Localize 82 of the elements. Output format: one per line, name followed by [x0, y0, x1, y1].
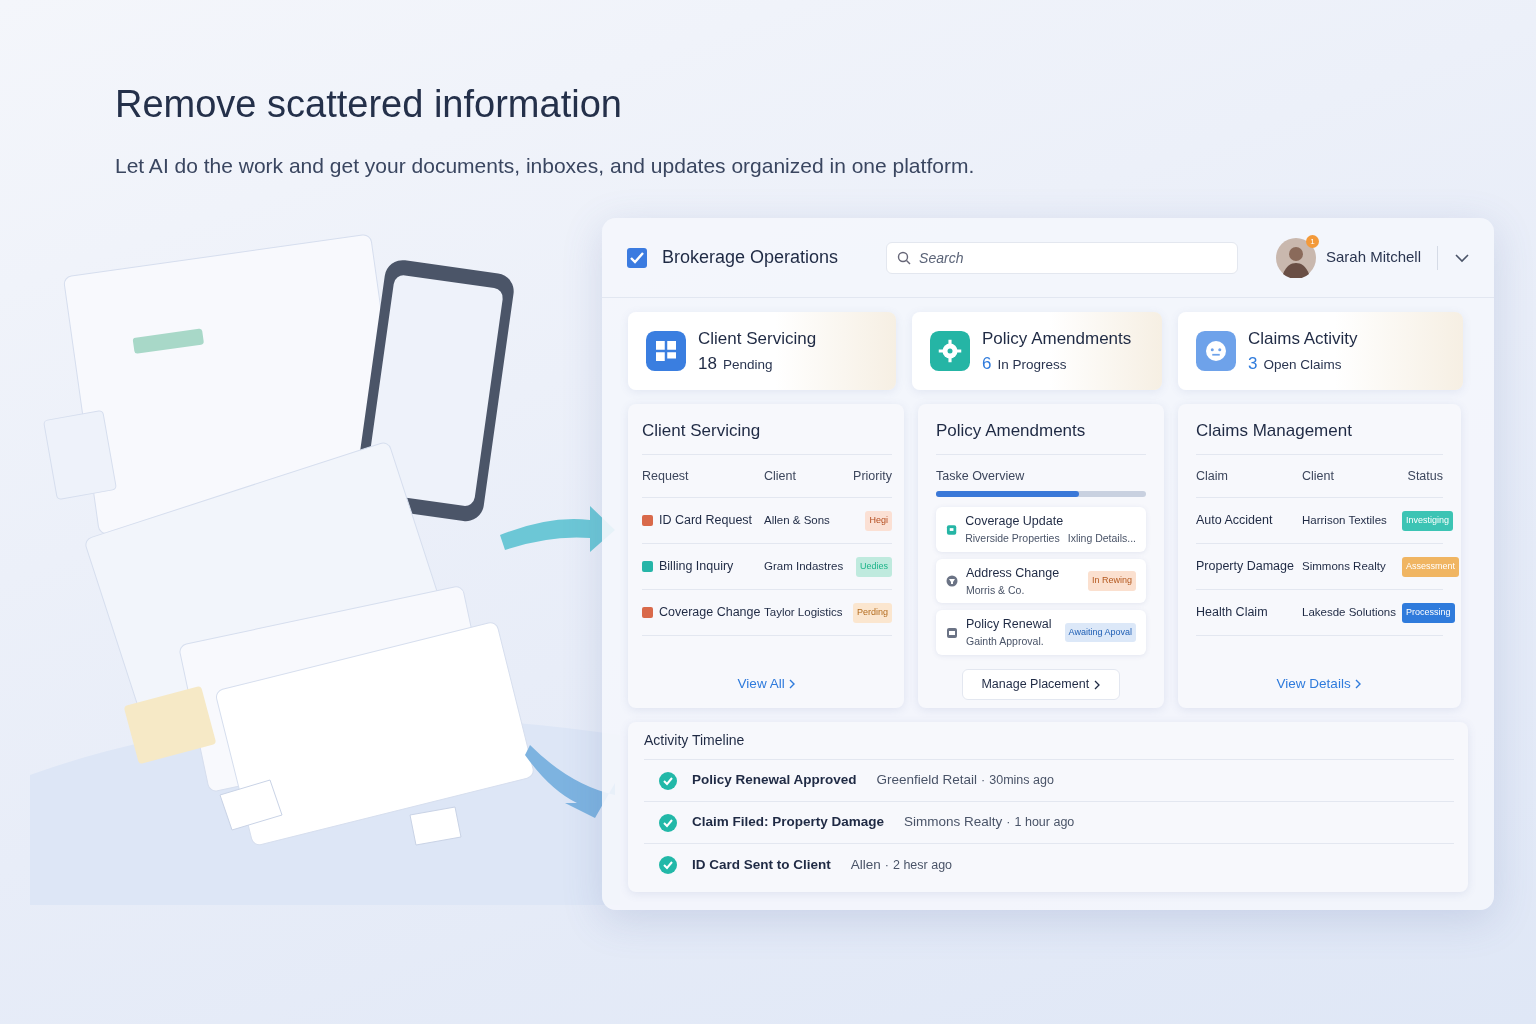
table-cell-text: Health Claim — [1196, 604, 1268, 622]
event-title: Claim Filed: Property Damage — [692, 813, 885, 832]
grid-icon — [646, 331, 686, 371]
status-badge: Investiging — [1402, 511, 1454, 531]
table-cell-text: Auto Accident — [1196, 512, 1273, 530]
table-cell-text: ID Card Request — [659, 512, 753, 530]
table-cell-text: Coverage Change — [659, 604, 761, 622]
client-name: Greenfield Retail — [876, 771, 978, 790]
table-cell-text: Taylor Logistics — [764, 605, 844, 621]
check-circle-icon — [658, 855, 678, 875]
column-header: Claim — [1196, 467, 1229, 485]
chevron-right-icon — [1354, 679, 1363, 690]
face-icon — [1196, 331, 1236, 371]
stat-title: Claims Activity — [1248, 327, 1358, 350]
timeline-title: Activity Timeline — [644, 730, 1454, 760]
search-field[interactable]: Search — [886, 241, 1239, 274]
separator-dot: · — [1006, 814, 1011, 832]
status-badge: Assessment — [1402, 557, 1460, 577]
stat-label: Pending — [722, 357, 773, 372]
overview-label: Taske Overview — [936, 467, 1026, 485]
manage-placement-button[interactable]: Manage Placement — [962, 669, 1120, 700]
notification-badge: 1 — [1305, 234, 1319, 248]
funnel-icon — [946, 575, 958, 587]
event-time: 30mins ago — [989, 772, 1054, 790]
status-badge: Awaiting Apoval — [1064, 622, 1136, 643]
box-icon — [946, 626, 958, 639]
stat-count: 6 — [982, 354, 992, 373]
card-title: Client Servicing — [642, 416, 892, 455]
client-name: Gainth Approval. — [966, 635, 1044, 647]
check-circle-icon — [658, 770, 678, 791]
headline: Remove scattered information — [115, 82, 623, 127]
status-badge: Hegi — [865, 511, 892, 531]
card-title: Policy Amendments — [936, 416, 1146, 455]
card-title: Claims Management — [1196, 416, 1443, 455]
event-time: 2 hesr ago — [892, 856, 953, 874]
app-title: Brokerage Operations — [662, 246, 839, 269]
event-time: 1 hour ago — [1014, 814, 1075, 832]
column-header: Client — [764, 467, 797, 485]
status-badge: Uedies — [856, 557, 892, 577]
task-title: Address Change — [966, 564, 1061, 582]
client-name: Simmons Realty — [904, 813, 1003, 832]
status-badge: Perding — [852, 603, 892, 623]
client-name: Riverside Properties — [965, 532, 1060, 544]
table-cell-text: Gram Indastres — [764, 559, 845, 575]
stat-count: 18 — [698, 354, 717, 373]
subheadline: Let AI do the work and get your documents, inboxes, and updates organized in one platform. — [115, 152, 975, 179]
square-icon — [946, 523, 958, 536]
column-header: Request — [642, 467, 690, 485]
chevron-down-icon[interactable] — [1454, 252, 1470, 263]
event-title: Policy Renewal Approved — [692, 771, 857, 790]
separator-dot: · — [884, 856, 889, 874]
stat-count: 3 — [1248, 354, 1258, 373]
column-header: Client — [1302, 467, 1335, 485]
chevron-right-icon — [1092, 679, 1101, 690]
table-cell-text: Harrison Textiles — [1302, 513, 1388, 529]
table-cell-text: Allen & Sons — [764, 513, 831, 529]
stat-title: Policy Amendments — [982, 327, 1132, 350]
stat-label: In Progress — [997, 357, 1067, 372]
view-link[interactable]: View All — [642, 667, 892, 700]
avatar[interactable] — [1275, 237, 1316, 278]
event-title: ID Card Sent to Client — [692, 855, 831, 874]
user-name: Sarah Mitchell — [1325, 247, 1421, 268]
chevron-right-icon — [788, 679, 797, 690]
column-header: Status — [1406, 467, 1443, 485]
column-header: Priority — [852, 467, 892, 485]
checkbox-logo-icon — [626, 246, 648, 269]
stat-title: Client Servicing — [698, 327, 817, 350]
table-cell-text: Simmons Realty — [1302, 559, 1387, 575]
table-cell-text: Billing Inquiry — [659, 558, 734, 576]
separator-dot: · — [981, 772, 986, 790]
view-link[interactable]: View Details — [1196, 667, 1443, 700]
status-badge: In Rewing — [1087, 571, 1136, 591]
task-detail: Ixling Details... — [1067, 532, 1136, 544]
task-title: Policy Renewal — [966, 616, 1053, 634]
client-name: Allen — [850, 855, 881, 874]
table-cell-text: Property Damage — [1196, 558, 1294, 576]
task-title: Coverage Update — [965, 513, 1065, 531]
stat-label: Open Claims — [1263, 357, 1342, 372]
table-cell-text: Lakesde Solutions — [1302, 605, 1397, 621]
status-badge: Processing — [1402, 603, 1455, 623]
client-name: Morris & Co. — [966, 583, 1025, 596]
check-circle-icon — [658, 812, 678, 833]
